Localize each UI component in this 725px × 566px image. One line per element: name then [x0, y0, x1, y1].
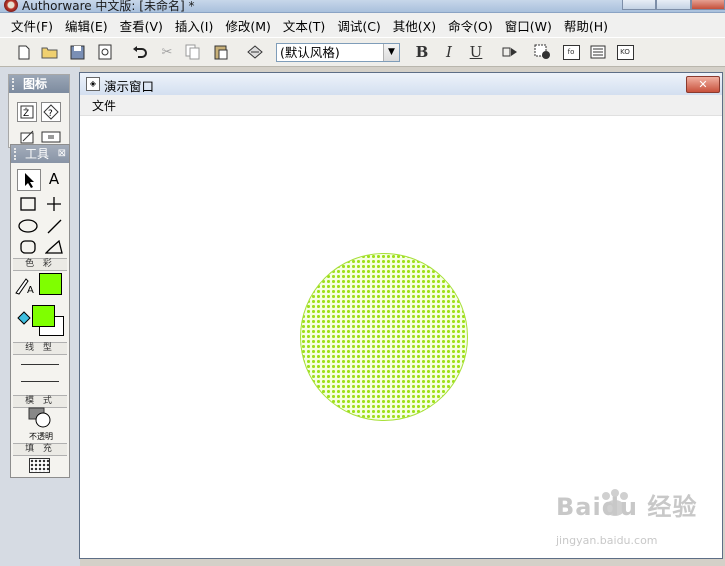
- fill-section-label: 填 充: [13, 443, 67, 456]
- knowledge-objects-label: KO: [616, 44, 634, 60]
- presentation-menu-file[interactable]: 文件: [92, 97, 116, 114]
- patterned-circle-shape[interactable]: [300, 253, 468, 421]
- line-style-thin[interactable]: [21, 364, 59, 365]
- presentation-window: ◈ 演示窗口 ✕ 文件: [79, 72, 723, 559]
- menu-modify[interactable]: 修改(M): [220, 16, 276, 35]
- close-icon[interactable]: ⊠: [58, 145, 66, 163]
- app-title-bar: Authorware 中文版: [未命名] *: [0, 0, 725, 13]
- rounded-rectangle-tool-icon[interactable]: [17, 237, 39, 257]
- menu-edit[interactable]: 编辑(E): [60, 16, 113, 35]
- icons-palette-header[interactable]: 图标: [9, 75, 69, 93]
- minimize-button[interactable]: [622, 0, 657, 10]
- menu-command[interactable]: 命令(O): [443, 16, 498, 35]
- diagonal-line-tool-icon[interactable]: [43, 216, 65, 236]
- presentation-window-icon: ◈: [86, 77, 100, 91]
- undo-icon[interactable]: [130, 43, 150, 61]
- icons-palette-title: 图标: [23, 77, 48, 91]
- find-icon[interactable]: [245, 43, 265, 61]
- tools-palette-header[interactable]: 工具 ⊠: [11, 145, 69, 163]
- watermark-brand: Baidu 经验: [556, 493, 698, 521]
- italic-button[interactable]: I: [439, 43, 459, 61]
- fill-pattern-swatch[interactable]: [29, 458, 50, 473]
- menu-other[interactable]: 其他(X): [388, 16, 441, 35]
- pen-color-swatch[interactable]: [39, 273, 62, 295]
- tools-palette-title: 工具: [25, 147, 50, 161]
- text-style-select[interactable]: (默认风格) ▼: [276, 43, 400, 62]
- decision-icon[interactable]: ?: [41, 102, 61, 122]
- close-button[interactable]: [690, 0, 725, 10]
- oval-tool-icon[interactable]: [17, 216, 39, 236]
- foreground-color-swatch[interactable]: [32, 305, 55, 327]
- control-panel-icon[interactable]: [533, 43, 553, 61]
- tools-palette: 工具 ⊠ A 色 彩 A 线 型 模 式 不透明 填 充: [10, 144, 70, 478]
- menu-debug[interactable]: 调试(C): [332, 16, 385, 35]
- cut-icon[interactable]: ✂: [157, 43, 177, 61]
- presentation-title: 演示窗口: [104, 79, 155, 94]
- svg-text:A: A: [27, 285, 34, 295]
- presentation-title-bar[interactable]: ◈ 演示窗口 ✕: [80, 73, 722, 96]
- menu-insert[interactable]: 插入(I): [170, 16, 218, 35]
- menu-file[interactable]: 文件(F): [6, 16, 58, 35]
- paste-icon[interactable]: [211, 43, 231, 61]
- line-style-medium[interactable]: [21, 381, 59, 382]
- menu-window[interactable]: 窗口(W): [500, 16, 557, 35]
- display-icon[interactable]: Ẑ: [17, 102, 37, 122]
- save-all-icon[interactable]: [68, 43, 88, 61]
- presentation-menu-bar: 文件: [80, 95, 722, 116]
- watermark-url: jingyan.baidu.com: [556, 534, 658, 547]
- menu-text[interactable]: 文本(T): [278, 16, 330, 35]
- app-title: Authorware 中文版: [未命名] *: [22, 0, 195, 13]
- grip-handle-icon[interactable]: [12, 78, 18, 90]
- presentation-close-button[interactable]: ✕: [686, 76, 720, 93]
- menu-view[interactable]: 查看(V): [115, 16, 168, 35]
- maximize-button[interactable]: [656, 0, 691, 10]
- copy-icon[interactable]: [183, 43, 203, 61]
- main-toolbar: ✂ (默认风格) ▼ B I U fo KO: [0, 37, 725, 67]
- polygon-tool-icon[interactable]: [43, 237, 65, 257]
- knowledge-objects-icon[interactable]: KO: [615, 43, 635, 61]
- authorware-app-icon: [4, 0, 18, 12]
- color-section-label: 色 彩: [13, 258, 67, 271]
- functions-label: fo: [562, 44, 580, 60]
- functions-icon[interactable]: fo: [561, 43, 581, 61]
- pen-color-icon[interactable]: A: [14, 275, 36, 295]
- variables-icon[interactable]: [588, 43, 608, 61]
- menu-help[interactable]: 帮助(H): [559, 16, 613, 35]
- underline-button[interactable]: U: [466, 43, 486, 61]
- new-file-icon[interactable]: [14, 43, 34, 61]
- svg-text:Ẑ: Ẑ: [23, 107, 29, 119]
- run-icon[interactable]: [500, 43, 520, 61]
- svg-text:?: ?: [48, 109, 53, 119]
- text-style-value: (默认风格): [280, 45, 340, 60]
- bold-button[interactable]: B: [412, 43, 432, 61]
- open-folder-icon[interactable]: [40, 43, 60, 61]
- main-menu-bar: 文件(F) 编辑(E) 查看(V) 插入(I) 修改(M) 文本(T) 调试(C…: [0, 13, 725, 37]
- mode-value: 不透明: [29, 432, 53, 441]
- chevron-down-icon[interactable]: ▼: [383, 44, 399, 61]
- icons-palette: 图标 Ẑ ?: [8, 74, 70, 148]
- crosshair-line-tool-icon[interactable]: [43, 194, 65, 214]
- grip-handle-icon[interactable]: [14, 148, 20, 160]
- rectangle-tool-icon[interactable]: [17, 194, 39, 214]
- import-icon[interactable]: [95, 43, 115, 61]
- opaque-mode-icon[interactable]: [28, 407, 52, 429]
- line-style-section-label: 线 型: [13, 342, 67, 355]
- text-tool-icon[interactable]: A: [43, 169, 65, 189]
- pointer-tool-icon[interactable]: [17, 169, 41, 191]
- window-controls: [622, 0, 725, 10]
